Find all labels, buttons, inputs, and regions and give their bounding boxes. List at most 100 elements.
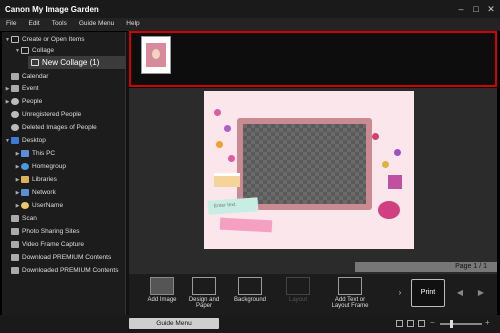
expand-arrow-icon[interactable]: ▶ [4,86,11,92]
sidebar-item-collage[interactable]: ▼ Collage [14,45,54,56]
status-bar: Guide Menu − + [0,315,500,333]
view-grid-icon[interactable] [407,320,414,327]
item-thumbnail-strip [129,31,497,87]
zoom-out-icon[interactable]: − [430,318,435,327]
expand-arrow-icon[interactable]: ▶ [14,190,21,196]
collage-icon [21,47,29,54]
sidebar-item-this-pc[interactable]: ▶ This PC [14,148,55,159]
print-button[interactable]: Print [411,279,445,307]
menu-file[interactable]: File [0,18,22,31]
sidebar-item-photo-sharing[interactable]: Photo Sharing Sites [4,226,79,237]
minimize-icon[interactable]: – [455,3,467,15]
desktop-icon [11,137,19,144]
collage-thumbnail[interactable] [141,36,171,74]
close-icon[interactable]: ✕ [485,3,497,15]
expand-arrow-icon[interactable]: ▼ [4,138,11,144]
sidebar-item-event[interactable]: ▶ Event [4,83,39,94]
expand-right-icon[interactable]: › [393,288,407,298]
person-icon [11,98,19,105]
layout-button[interactable]: Layout [275,277,321,303]
expand-arrow-icon[interactable]: ▶ [14,151,21,157]
expand-arrow-icon[interactable]: ▶ [14,203,21,209]
cake-decoration [214,173,240,187]
thumbnail-photo [146,43,166,67]
sidebar-item-scan[interactable]: Scan [4,213,37,224]
menu-tools[interactable]: Tools [46,18,73,31]
maximize-icon[interactable]: □ [470,3,482,15]
sidebar-item-create[interactable]: ▼ Create or Open Items [4,34,85,45]
user-folder-icon [21,202,29,209]
zoom-slider-handle[interactable] [450,320,453,328]
download-icon [11,254,19,261]
title-bar: Canon My Image Garden [0,0,500,18]
sidebar-item-new-collage[interactable]: New Collage (1) [28,56,126,69]
app-title: Canon My Image Garden [5,5,99,14]
zoom-in-icon[interactable]: + [485,318,490,327]
flower-decoration [214,109,221,116]
edit-icon [11,36,19,43]
next-page-icon[interactable]: ▶ [474,288,488,298]
scanner-icon [11,215,19,222]
layout-icon [286,277,310,295]
collage-page[interactable]: Enter text. [204,91,414,249]
edit-toolbar: Add Image Design and Paper Background La… [129,274,497,315]
sidebar-item-network[interactable]: ▶ Network [14,187,56,198]
text-tag[interactable]: Enter text. [207,197,259,215]
event-icon [11,85,19,92]
network-icon [21,189,29,196]
sidebar-item-video-frame[interactable]: Video Frame Capture [4,239,84,250]
flower-decoration [224,125,231,132]
computer-icon [21,150,29,157]
gift-box-decoration [388,175,402,189]
thumbnail-face [152,49,160,59]
expand-arrow-icon[interactable]: ▼ [14,48,21,54]
sidebar-item-homegroup[interactable]: ▶ Homegroup [14,161,66,172]
edit-area: Enter text. Page 1 / 1 [129,88,497,274]
homegroup-icon [21,163,29,170]
add-image-button[interactable]: Add Image [139,277,185,303]
menu-help[interactable]: Help [120,18,145,31]
add-text-frame-button[interactable]: Add Text or Layout Frame [323,277,377,309]
calendar-icon [11,73,19,80]
prev-page-icon[interactable]: ◀ [453,288,467,298]
sidebar-item-deleted-people[interactable]: Deleted Images of People [4,122,97,133]
flower-decoration [382,161,389,168]
view-list-icon[interactable] [418,320,425,327]
menu-edit[interactable]: Edit [22,18,45,31]
folder-icon [11,267,19,274]
expand-arrow-icon[interactable]: ▶ [14,164,21,170]
background-button[interactable]: Background [227,277,273,303]
sidebar-item-calendar[interactable]: Calendar [4,71,48,82]
image-placeholder[interactable] [243,124,366,204]
add-image-icon [150,277,174,295]
sidebar-item-username[interactable]: ▶ UserName [14,200,63,211]
sidebar-item-libraries[interactable]: ▶ Libraries [14,174,57,185]
page-indicator: Page 1 / 1 [355,262,497,272]
flower-decoration [228,155,235,162]
zoom-slider[interactable] [440,323,482,325]
sidebar-item-download-premium[interactable]: Download PREMIUM Contents [4,252,111,263]
sidebar-item-people[interactable]: ▶ People [4,96,42,107]
design-paper-icon [192,277,216,295]
expand-arrow-icon[interactable]: ▼ [4,37,11,43]
image-frame[interactable] [237,118,372,210]
flower-decoration [394,149,401,156]
design-paper-button[interactable]: Design and Paper [181,277,227,309]
text-tag-pink[interactable] [219,217,273,233]
expand-arrow-icon[interactable]: ▶ [14,177,21,183]
flower-decoration [372,133,379,140]
person-icon [11,111,19,118]
sidebar-item-desktop[interactable]: ▼ Desktop [4,135,46,146]
sidebar: ▼ Create or Open Items ▼ Collage New Col… [2,32,126,315]
flower-decoration [216,141,223,148]
view-single-icon[interactable] [396,320,403,327]
add-text-icon [338,277,362,295]
sidebar-item-downloaded-premium[interactable]: Downloaded PREMIUM Contents [4,265,118,276]
expand-arrow-icon[interactable]: ▶ [4,99,11,105]
sidebar-item-unregistered[interactable]: Unregistered People [4,109,81,120]
film-icon [11,241,19,248]
menu-bar: File Edit Tools Guide Menu Help [0,18,500,31]
menu-guide[interactable]: Guide Menu [73,18,120,31]
library-icon [21,176,29,183]
guide-menu-button[interactable]: Guide Menu [129,318,219,329]
